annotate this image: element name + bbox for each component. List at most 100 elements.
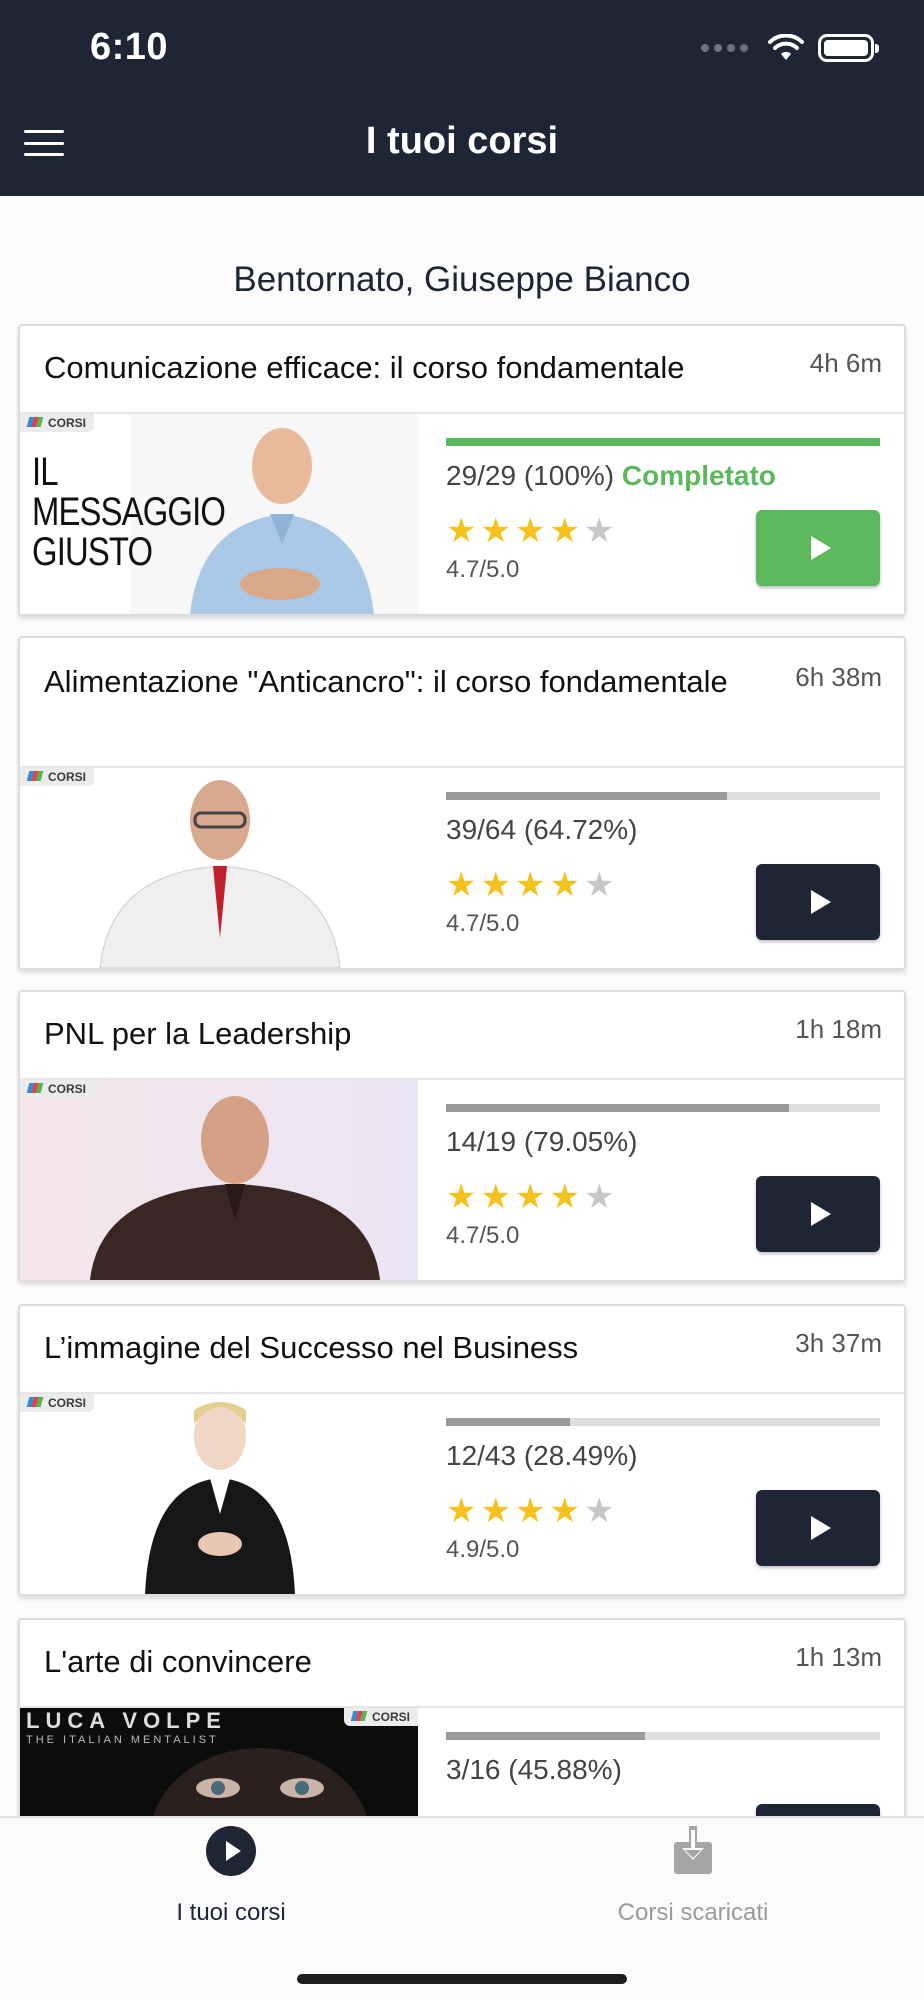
course-card[interactable]: L'arte di convincere 1h 13m LUCA VOLPE T… xyxy=(18,1618,906,1816)
wifi-icon xyxy=(768,34,804,60)
progress-text: 39/64 (64.72%) xyxy=(446,814,638,845)
completed-label: Completato xyxy=(621,460,776,491)
corsi-badge: CORSI xyxy=(20,768,95,786)
progress-fill xyxy=(446,1732,646,1740)
progress-text: 12/43 (28.49%) xyxy=(446,1440,638,1471)
instructor-figure xyxy=(20,768,418,968)
star-empty-icon: ★ xyxy=(583,866,615,904)
play-button[interactable] xyxy=(756,1804,880,1816)
star-rating: ★ ★ ★ ★ ★ xyxy=(446,1494,614,1528)
star-icon: ★ xyxy=(480,866,511,904)
play-icon xyxy=(811,536,831,560)
course-card[interactable]: PNL per la Leadership 1h 18m CORSI 14/19… xyxy=(18,990,906,1282)
star-icon: ★ xyxy=(514,512,546,550)
instructor-figure xyxy=(145,1402,295,1594)
cellular-signal-icon xyxy=(701,44,748,52)
star-icon: ★ xyxy=(549,866,580,904)
tab-your-courses[interactable]: I tuoi corsi xyxy=(0,1818,462,1938)
play-icon xyxy=(811,1202,831,1226)
course-duration: 1h 18m xyxy=(795,1014,882,1044)
thumbnail-headline: IL MESSAGGIO GIUSTO xyxy=(32,450,226,574)
course-list[interactable]: Bentornato, Giuseppe Bianco Comunicazion… xyxy=(0,196,924,1816)
course-duration: 3h 37m xyxy=(795,1328,882,1358)
star-rating: ★ ★ ★ ★ ★ xyxy=(446,1180,614,1214)
download-icon xyxy=(674,1826,712,1874)
progress-bar xyxy=(446,1732,880,1740)
star-icon: ★ xyxy=(514,1492,546,1530)
progress-fill xyxy=(446,1104,790,1112)
welcome-message: Bentornato, Giuseppe Bianco xyxy=(233,260,691,299)
course-title: Alimentazione "Anticancro": il corso fon… xyxy=(44,664,728,699)
corsi-badge: CORSI xyxy=(343,1708,418,1726)
star-rating: ★ ★ ★ ★ ★ xyxy=(446,514,614,548)
star-icon: ★ xyxy=(446,866,477,904)
star-icon: ★ xyxy=(514,1178,546,1216)
star-empty-icon: ★ xyxy=(583,1178,615,1216)
star-icon: ★ xyxy=(549,1178,580,1216)
progress-fill xyxy=(446,438,880,446)
play-button[interactable] xyxy=(756,1176,880,1252)
star-rating: ★ ★ ★ ★ ★ xyxy=(446,868,614,902)
play-button[interactable] xyxy=(756,1490,880,1566)
tab-label: I tuoi corsi xyxy=(176,1899,286,1926)
progress-bar xyxy=(446,792,880,800)
play-icon xyxy=(811,1516,831,1540)
course-thumbnail[interactable]: CORSI IL MESSAGGIO GIUSTO xyxy=(20,414,418,614)
star-empty-icon: ★ xyxy=(583,1492,615,1530)
course-thumbnail[interactable]: LUCA VOLPE THE ITALIAN MENTALIST CORSI xyxy=(20,1708,418,1816)
app-header: 6:10 I tuoi corsi xyxy=(0,0,924,196)
progress-bar xyxy=(446,1418,880,1426)
battery-icon xyxy=(818,34,879,62)
rating-value: 4.7/5.0 xyxy=(446,910,520,937)
star-icon: ★ xyxy=(549,512,580,550)
rating-value: 4.7/5.0 xyxy=(446,1222,520,1249)
progress-count: 29/29 (100%) xyxy=(446,460,615,491)
bottom-tab-bar: I tuoi corsi Corsi scaricati xyxy=(0,1816,924,2000)
star-icon: ★ xyxy=(480,512,511,550)
mentalist-face xyxy=(153,1748,367,1816)
star-empty-icon: ★ xyxy=(583,512,615,550)
progress-text: 14/19 (79.05%) xyxy=(446,1126,638,1157)
course-duration: 4h 6m xyxy=(809,348,882,378)
course-card[interactable]: Comunicazione efficace: il corso fondame… xyxy=(18,324,906,616)
course-duration: 1h 13m xyxy=(795,1642,882,1672)
instructor-figure xyxy=(90,1096,380,1280)
rating-value: 4.7/5.0 xyxy=(446,556,520,583)
star-icon: ★ xyxy=(480,1178,511,1216)
course-card[interactable]: L’immagine del Successo nel Business 3h … xyxy=(18,1304,906,1596)
tab-downloaded-courses[interactable]: Corsi scaricati xyxy=(462,1818,924,1938)
rating-value: 4.9/5.0 xyxy=(446,1536,520,1563)
star-icon: ★ xyxy=(446,1492,477,1530)
corsi-badge: CORSI xyxy=(20,1080,95,1098)
progress-bar xyxy=(446,1104,880,1112)
progress-text: 29/29 (100%) Completato xyxy=(446,460,776,492)
play-circle-icon xyxy=(206,1826,256,1876)
star-icon: ★ xyxy=(480,1492,511,1530)
progress-text: 3/16 (45.88%) xyxy=(446,1754,622,1785)
play-button[interactable] xyxy=(756,864,880,940)
tab-label: Corsi scaricati xyxy=(617,1899,769,1926)
course-thumbnail[interactable]: CORSI xyxy=(20,768,418,968)
play-button[interactable] xyxy=(756,510,880,586)
status-icons xyxy=(701,34,879,62)
status-time: 6:10 xyxy=(90,26,169,68)
progress-fill xyxy=(446,1418,570,1426)
page-title: I tuoi corsi xyxy=(365,120,559,162)
course-thumbnail[interactable]: CORSI xyxy=(20,1080,418,1280)
star-icon: ★ xyxy=(549,1492,580,1530)
star-icon: ★ xyxy=(514,866,546,904)
course-card[interactable]: Alimentazione "Anticancro": il corso fon… xyxy=(18,636,906,970)
course-thumbnail[interactable]: CORSI xyxy=(20,1394,418,1594)
course-title: Comunicazione efficace: il corso fondame… xyxy=(44,350,685,385)
course-title: L’immagine del Successo nel Business xyxy=(44,1330,579,1365)
course-duration: 6h 38m xyxy=(795,662,882,692)
progress-bar xyxy=(446,438,880,446)
play-icon xyxy=(811,890,831,914)
corsi-badge: CORSI xyxy=(20,1394,95,1412)
corsi-badge: CORSI xyxy=(20,414,95,432)
progress-fill xyxy=(446,792,727,800)
star-icon: ★ xyxy=(446,1178,477,1216)
star-icon: ★ xyxy=(446,512,477,550)
home-indicator xyxy=(297,1974,627,1984)
course-title: PNL per la Leadership xyxy=(44,1016,352,1051)
